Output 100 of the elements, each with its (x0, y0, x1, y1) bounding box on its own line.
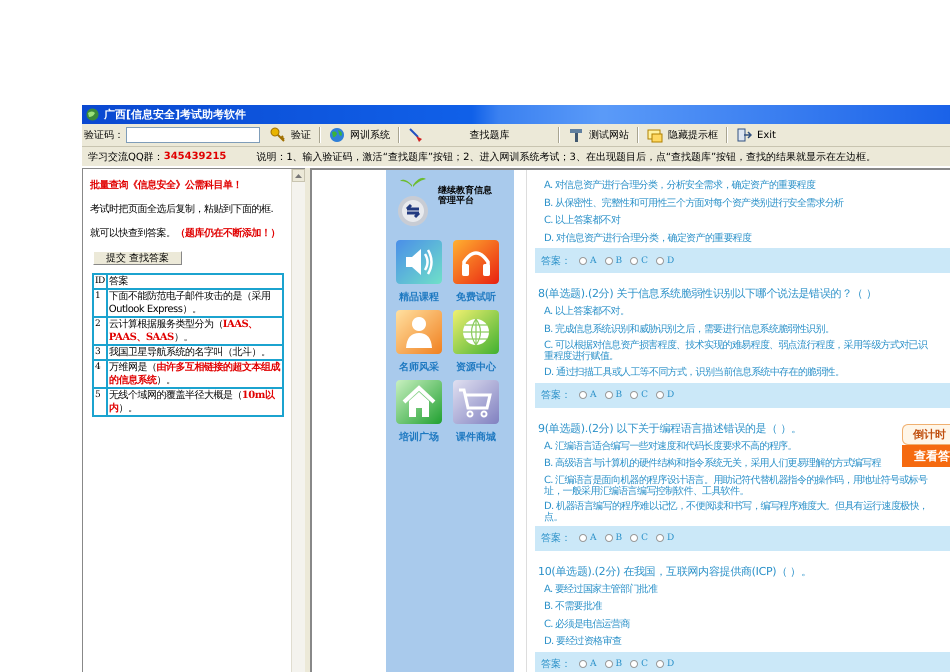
radio-option[interactable]: D (656, 659, 674, 669)
table-cell: 2 (93, 317, 107, 345)
nav-tile[interactable]: 精品课程 (396, 240, 442, 304)
radio-option[interactable]: A (579, 390, 596, 400)
radio-icon[interactable] (656, 534, 664, 542)
radio-option[interactable]: B (604, 256, 622, 266)
radio-option[interactable]: D (656, 533, 674, 543)
radio-icon[interactable] (630, 256, 638, 264)
radio-option[interactable]: C (630, 533, 648, 543)
nav-tile[interactable]: 名师风采 (396, 310, 442, 374)
speaker-icon (396, 240, 442, 284)
search-button[interactable]: 查找题库 (404, 125, 554, 145)
table-cell: 云计算根据服务类型分为（IAAS、PAAS、SAAS）。 (106, 317, 283, 345)
table-cell: 1 (93, 289, 107, 317)
radio-icon[interactable] (656, 660, 664, 668)
notice-text: （题库仍在不断添加！） (176, 228, 280, 239)
app-icon (86, 108, 99, 121)
option-text: A. 要经过国家主管部门批准 (544, 582, 658, 596)
question-title: 10(单选题).(2分) 在我国，互联网内容提供商(ICP)（ ）。 (538, 564, 812, 580)
house-icon (396, 380, 442, 424)
radio-icon[interactable] (630, 534, 638, 542)
radio-option[interactable]: A (579, 533, 596, 543)
table-cell: 无线个域网的覆盖半径大概是（10m以内）。 (106, 388, 283, 416)
table-cell: 万维网是（由许多互相链接的超文本组成的信息系统）。 (106, 360, 283, 388)
answer-label: 答案： (541, 532, 571, 545)
table-cell: 下面不能防范电子邮件攻击的是（采用Outlook Express）。 (106, 289, 283, 317)
radio-icon[interactable] (579, 391, 587, 399)
radio-icon[interactable] (579, 660, 587, 668)
exit-button[interactable]: Exit (732, 125, 780, 145)
option-text: A. 以上答案都不对。 (544, 304, 630, 319)
option-text: C. 汇编语言是面向机器的程序设计语言。用助记符代替机器指令的操作码，用地址符号或标号 址，一般采用汇编语言编写控制软件、工具软件。 (544, 474, 928, 498)
radio-option[interactable]: A (579, 659, 596, 669)
radio-option[interactable]: D (656, 256, 674, 266)
radio-icon[interactable] (604, 660, 612, 668)
option-text: C. 可以根据对信息资产损害程度、技术实现的难易程度、弱点流行程度，采用等级方式对已识 重程度进行赋值。 (544, 338, 928, 364)
answer-label: 答案： (541, 254, 571, 268)
radio-icon[interactable] (604, 256, 612, 264)
radio-option[interactable]: B (604, 659, 622, 669)
window-icon (647, 127, 663, 143)
table-header: 答案 (106, 274, 283, 289)
radio-option[interactable]: B (604, 533, 622, 543)
option-text: B. 完成信息系统识别和威胁识别之后，需要进行信息系统脆弱性识别。 (544, 322, 834, 336)
nav-tile[interactable]: 资源中心 (453, 310, 499, 374)
question-title: 8(单选题).(2分) 关于信息系统脆弱性识别以下哪个说法是错误的？（ ） (538, 286, 877, 302)
radio-icon[interactable] (656, 256, 664, 264)
option-text: B. 不需要批准 (544, 600, 602, 614)
radio-icon[interactable] (604, 534, 612, 542)
scrollbar[interactable] (291, 169, 305, 672)
verify-button[interactable]: 验证 (266, 125, 315, 145)
option-text: A. 汇编语言适合编写一些对速度和代码长度要求不高的程序。 (544, 440, 797, 454)
table-header: ID (93, 274, 107, 289)
heading: 批量查询《信息安全》公需科目单！ (90, 179, 243, 193)
option-text: D. 机器语言编写的程序难以记忆，不便阅读和书写，编写程序难度大。但具有运行速度极快， 点。 (544, 500, 928, 524)
test-button[interactable]: 测试网站 (564, 125, 633, 145)
instructions-text: 说明：1、输入验证码，激活“查找题库”按钮；2、进入网训系统考试；3、在出现题目后，点“查找题库”按钮，查找的结果就显示在左边框。 (256, 150, 876, 164)
logo-text: 继续教育信息 管理平台 (438, 186, 492, 206)
instruction-text: 就可以快查到答案。 (90, 228, 176, 239)
instruction-text: 考试时把页面全选后复制，粘贴到下面的框. (90, 203, 274, 217)
radio-option[interactable]: C (630, 390, 648, 400)
option-text: B. 从保密性、完整性和可用性三个方面对每个资产类别进行安全需求分析 (544, 196, 844, 210)
globe-icon (329, 127, 345, 143)
radio-icon[interactable] (656, 391, 664, 399)
captcha-label: 验证码： (84, 129, 124, 142)
tool-icon (568, 127, 584, 143)
option-text: B. 高级语言与计算机的硬件结构和指令系统无关，采用人们更易理解的方式编写程 (544, 456, 881, 471)
window-title: 广西[信息安全]考试助考软件 (104, 107, 246, 122)
option-text: A. 对信息资产进行合理分类，分析安全需求，确定资产的重要程度 (544, 178, 816, 193)
submit-button[interactable]: 提交 查找答案 (93, 251, 182, 265)
radio-option[interactable]: A (579, 256, 596, 266)
option-text: C. 必须是电信运营商 (544, 618, 630, 632)
radio-option[interactable]: C (630, 659, 648, 669)
radio-icon[interactable] (604, 391, 612, 399)
exit-icon (736, 127, 752, 143)
radio-icon[interactable] (579, 534, 587, 542)
view-answer-button[interactable]: 查看答 (902, 445, 950, 467)
web-button[interactable]: 网训系统 (325, 125, 394, 145)
answer-label: 答案： (541, 388, 571, 402)
nav-tile[interactable]: 培训广场 (396, 380, 442, 444)
pen-icon (408, 127, 424, 143)
countdown-label: 倒计时 (902, 424, 950, 445)
table-cell: 5 (93, 388, 107, 416)
question-title: 9(单选题).(2分) 以下关于编程语言描述错误的是（ ）。 (538, 420, 802, 436)
option-text: D. 通过扫描工具或人工等不同方式，识别当前信息系统中存在的脆弱性。 (544, 366, 844, 380)
cart-icon (453, 380, 499, 424)
nav-tile[interactable]: 免费试听 (453, 240, 499, 304)
radio-option[interactable]: B (604, 390, 622, 400)
qq-group-label: 学习交流QQ群： (88, 150, 164, 164)
person-icon (396, 310, 442, 354)
table-cell: 4 (93, 360, 107, 388)
up-arrow-icon[interactable] (295, 174, 302, 178)
nav-tile[interactable]: 课件商城 (453, 380, 499, 444)
qq-group-number: 345439215 (164, 151, 226, 162)
radio-icon[interactable] (579, 256, 587, 264)
radio-icon[interactable] (630, 391, 638, 399)
option-text: D. 对信息资产进行合理分类，确定资产的重要程度 (544, 232, 752, 246)
radio-option[interactable]: C (630, 256, 648, 266)
radio-option[interactable]: D (656, 390, 674, 400)
radio-icon[interactable] (630, 660, 638, 668)
captcha-field[interactable] (126, 127, 260, 143)
hide-button[interactable]: 隐藏提示框 (643, 125, 722, 145)
